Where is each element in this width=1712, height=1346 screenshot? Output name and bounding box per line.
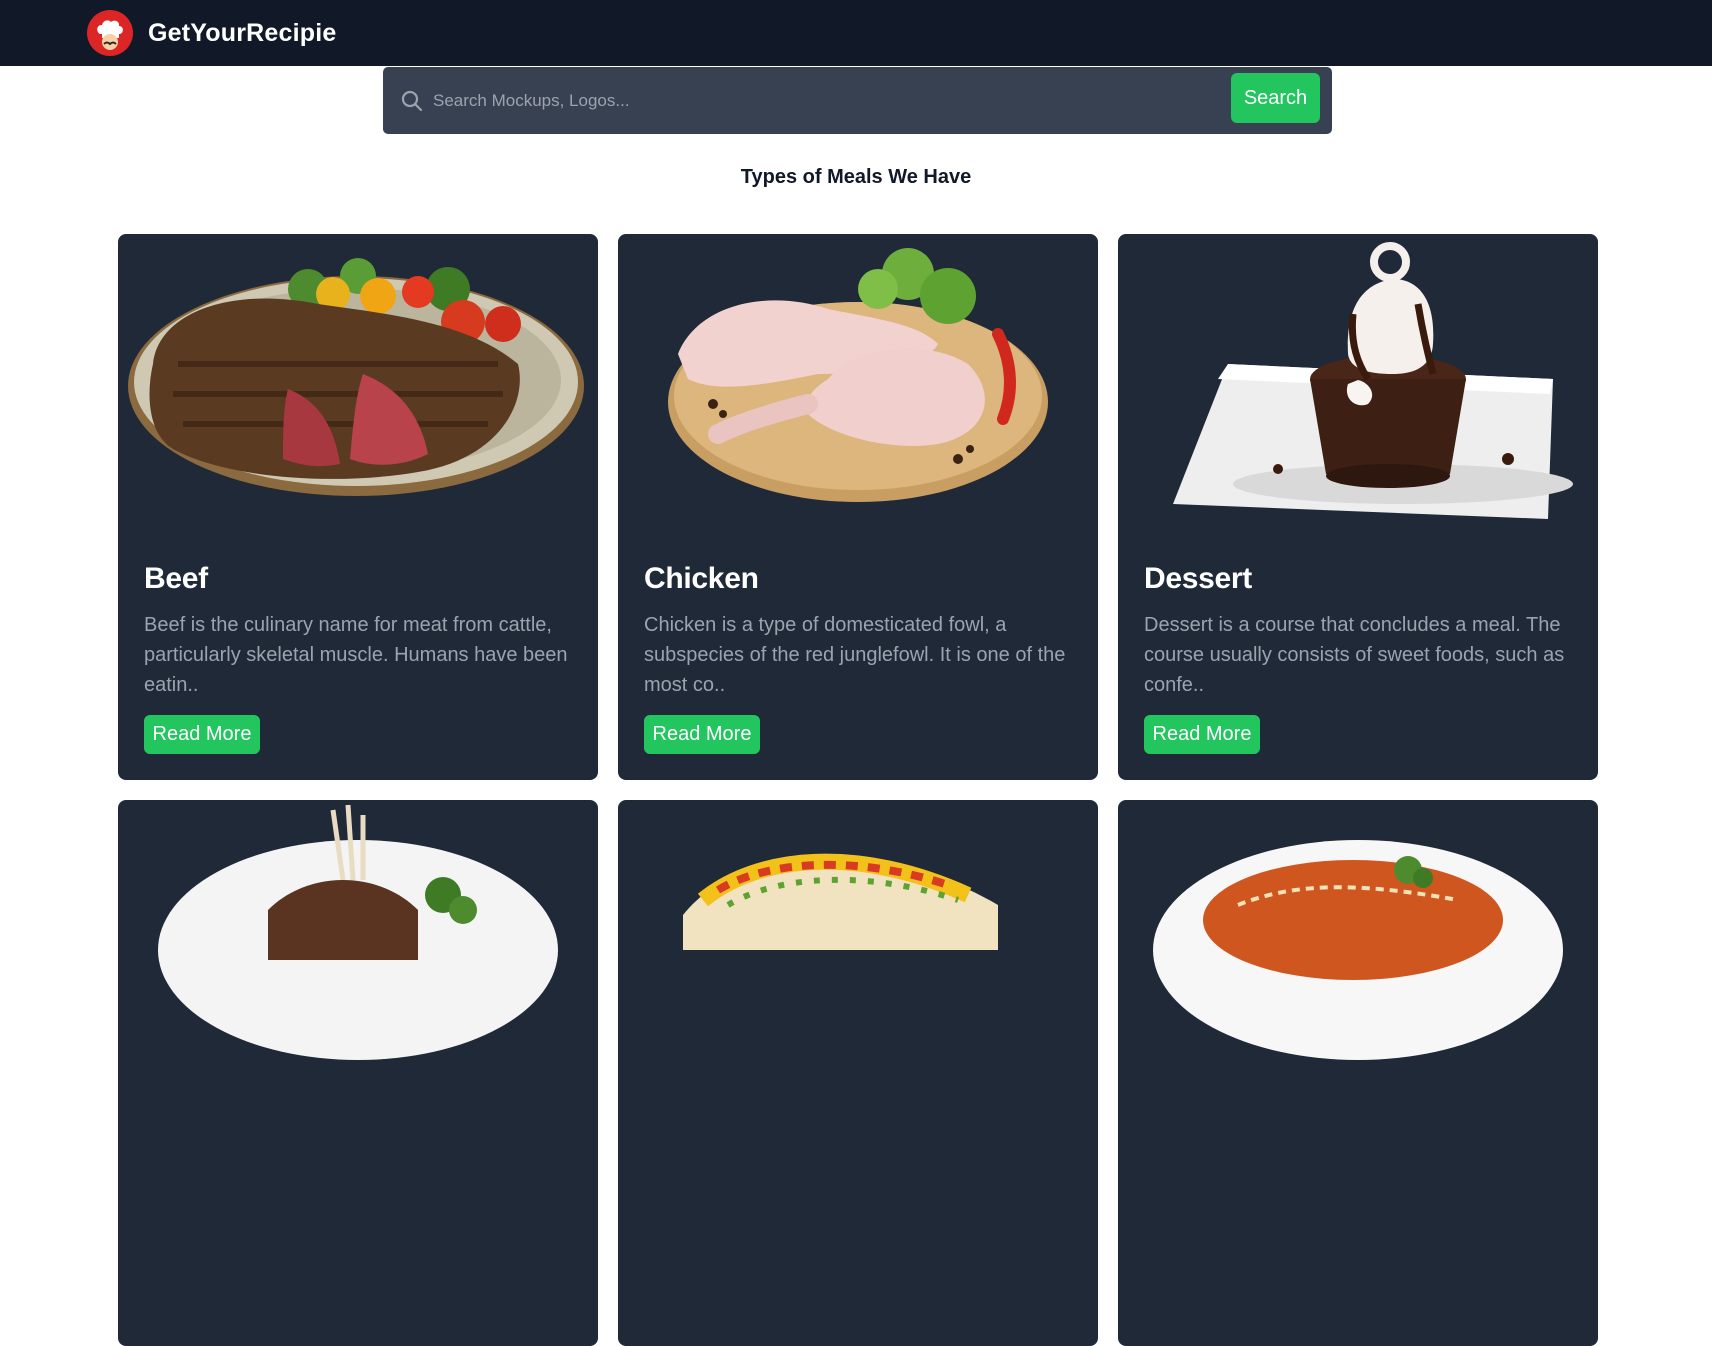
search-button[interactable]: Search <box>1231 73 1320 123</box>
pasta-image <box>1118 800 1598 1100</box>
meal-card-lamb <box>118 800 598 1346</box>
read-more-button[interactable]: Read More <box>144 715 260 754</box>
brand[interactable]: GetYourRecipie <box>87 10 337 56</box>
read-more-button[interactable]: Read More <box>1144 715 1260 754</box>
steak-plate-image <box>118 234 598 534</box>
search-bar: Search <box>383 67 1332 134</box>
tacos-image <box>618 800 1098 1100</box>
top-navbar: GetYourRecipie <box>0 0 1712 66</box>
section-title: Types of Meals We Have <box>740 166 972 188</box>
lamb-chops-image <box>118 800 598 1100</box>
card-title: Beef <box>144 562 208 595</box>
search-icon <box>401 90 423 112</box>
meal-card-pasta <box>1118 800 1598 1346</box>
search-input[interactable] <box>433 79 1153 122</box>
card-title: Chicken <box>644 562 759 595</box>
card-description: Dessert is a course that concludes a mea… <box>1144 614 1565 696</box>
brand-name: GetYourRecipie <box>148 18 337 47</box>
card-description: Chicken is a type of domesticated fowl, … <box>644 614 1066 696</box>
meal-card-dessert: Dessert Dessert is a course that conclud… <box>1118 234 1598 780</box>
chef-logo-icon <box>87 10 133 56</box>
card-description: Beef is the culinary name for meat from … <box>144 614 568 696</box>
card-title: Dessert <box>1144 562 1252 595</box>
meal-card-beef: Beef Beef is the culinary name for meat … <box>118 234 598 780</box>
raw-chicken-plate-image <box>618 234 1098 534</box>
read-more-button[interactable]: Read More <box>644 715 760 754</box>
meal-card-tacos <box>618 800 1098 1346</box>
chocolate-cake-image <box>1118 234 1598 534</box>
meal-card-chicken: Chicken Chicken is a type of domesticate… <box>618 234 1098 780</box>
